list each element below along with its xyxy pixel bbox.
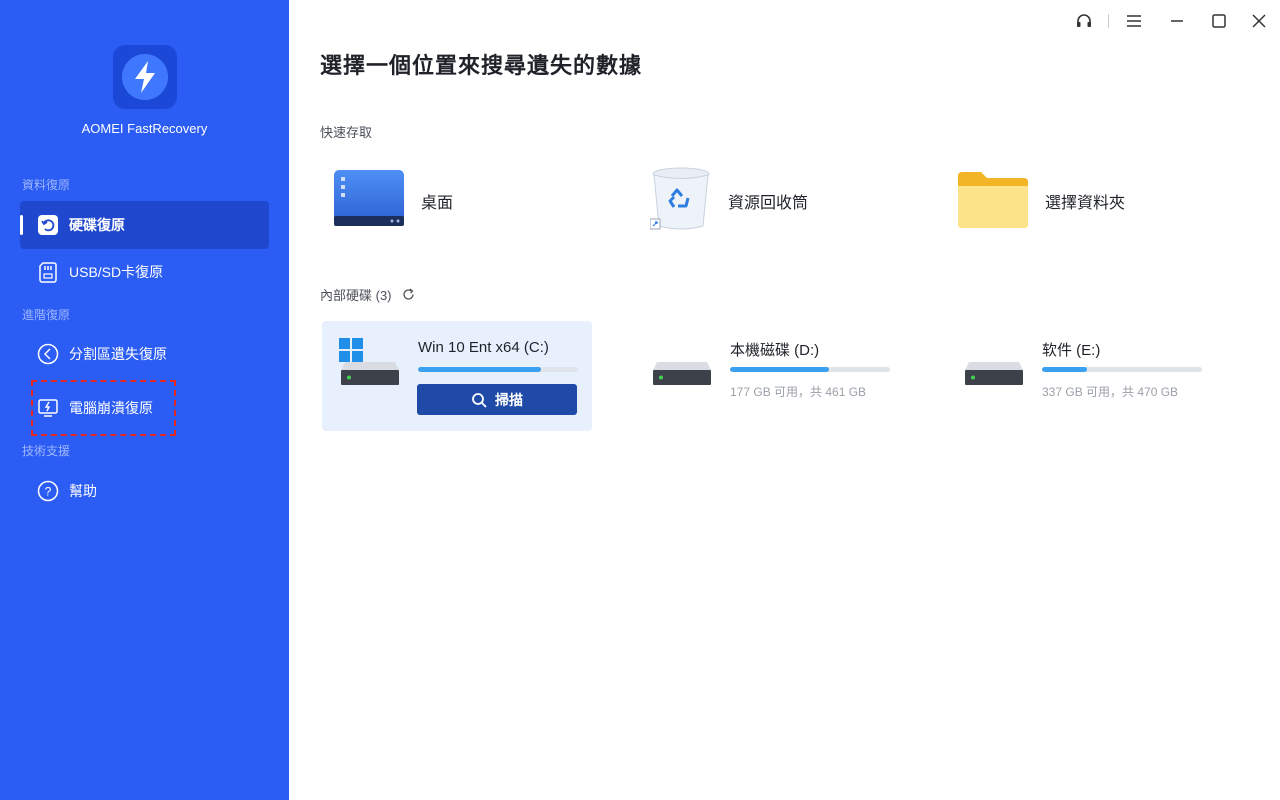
drive-card-e[interactable]: 软件 (E:) 337 GB 可用，共 470 GB: [946, 321, 1216, 431]
controls-divider: [1108, 14, 1109, 28]
recycle-bin-icon: [649, 166, 712, 237]
drive-card-d[interactable]: 本機磁碟 (D:) 177 GB 可用，共 461 GB: [634, 321, 904, 431]
scan-button-label: 掃描: [495, 391, 523, 408]
refresh-icon[interactable]: [402, 288, 415, 301]
section-title-advanced-recovery: 進階復原: [22, 308, 71, 322]
quick-access-label: 桌面: [421, 195, 454, 212]
quick-access-recycle-bin[interactable]: 資源回收筒: [649, 165, 809, 237]
close-icon[interactable]: [1248, 10, 1270, 32]
drives-title: 內部硬碟 (3): [320, 288, 392, 303]
sidebar-item-label: USB/SD卡復原: [69, 264, 164, 280]
drive-usage-bar: [418, 367, 578, 372]
drive-name: 软件 (E:): [1042, 342, 1101, 359]
drive-usage-bar: [1042, 367, 1202, 372]
app-logo: [113, 45, 177, 109]
minimize-icon[interactable]: [1166, 10, 1188, 32]
hard-drive-icon: [653, 362, 711, 391]
quick-access-label: 資源回收筒: [728, 195, 809, 212]
highlight-annotation: [31, 380, 176, 436]
drive-name: Win 10 Ent x64 (C:): [418, 339, 549, 356]
drives-header: 內部硬碟 (3): [320, 285, 415, 304]
drive-card-c[interactable]: Win 10 Ent x64 (C:) 掃描: [322, 321, 592, 431]
quick-access-desktop[interactable]: 桌面: [333, 165, 453, 237]
sidebar-item-label: 硬碟復原: [69, 217, 125, 233]
headset-icon[interactable]: [1073, 10, 1095, 32]
menu-icon[interactable]: [1123, 10, 1145, 32]
quick-access-title: 快速存取: [320, 125, 373, 140]
lightning-icon: [135, 61, 155, 93]
drive-capacity-info: 337 GB 可用，共 470 GB: [1042, 385, 1179, 399]
svg-text:?: ?: [45, 485, 52, 499]
section-title-data-recovery: 資料復原: [22, 178, 71, 192]
help-icon: ?: [37, 480, 59, 502]
maximize-icon[interactable]: [1208, 10, 1230, 32]
quick-access-folder[interactable]: 選擇資料夾: [957, 165, 1125, 237]
sd-card-icon: [37, 261, 59, 283]
sidebar-item-help[interactable]: ? 幫助: [20, 467, 269, 515]
sidebar-item-partition-recovery[interactable]: 分割區遺失復原: [20, 330, 269, 378]
drive-usage-bar: [730, 367, 890, 372]
partition-icon: [37, 343, 59, 365]
scan-button[interactable]: 掃描: [417, 384, 577, 415]
hard-drive-icon: [965, 362, 1023, 391]
sidebar-item-disk-recovery[interactable]: 硬碟復原: [20, 201, 269, 249]
section-title-support: 技術支援: [22, 444, 71, 458]
drive-name: 本機磁碟 (D:): [730, 342, 820, 359]
hard-disk-restore-icon: [37, 214, 59, 236]
hard-drive-icon: [341, 362, 399, 391]
page-title: 選擇一個位置來搜尋遺失的數據: [320, 53, 643, 78]
sidebar-item-label: 幫助: [69, 483, 97, 499]
sidebar: AOMEI FastRecovery 資料復原 硬碟復原 USB/SD卡復原 進…: [0, 0, 289, 800]
drive-capacity-info: 177 GB 可用，共 461 GB: [730, 385, 867, 399]
quick-access-label: 選擇資料夾: [1045, 195, 1126, 212]
sidebar-item-usb-sd-recovery[interactable]: USB/SD卡復原: [20, 248, 269, 296]
folder-icon: [957, 168, 1029, 235]
sidebar-item-label: 分割區遺失復原: [69, 346, 167, 362]
app-name: AOMEI FastRecovery: [81, 121, 208, 136]
search-icon: [472, 392, 487, 408]
desktop-icon: [333, 168, 405, 235]
